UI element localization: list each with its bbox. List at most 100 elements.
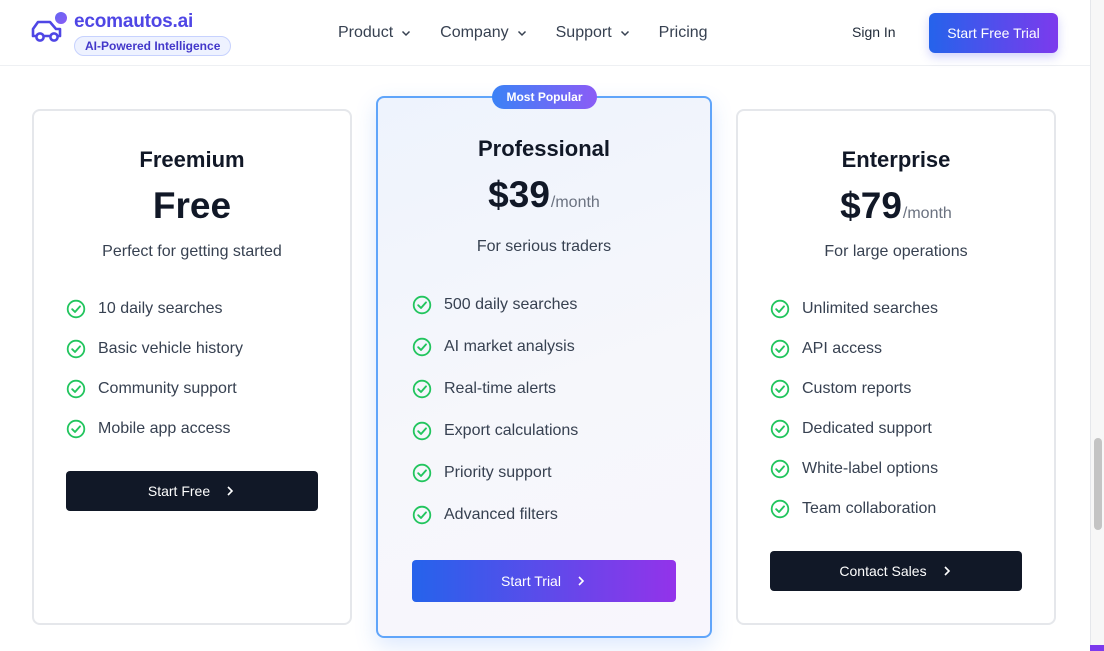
plan-period: /month	[550, 194, 600, 211]
button-label: Start Trial	[501, 573, 561, 589]
feature-item: Community support	[66, 369, 243, 409]
nav-product[interactable]: Product	[338, 22, 411, 44]
check-circle-icon	[66, 299, 86, 319]
price-row: Free	[34, 185, 350, 227]
nav-label: Company	[440, 24, 509, 41]
feature-item: Export calculations	[412, 410, 578, 452]
feature-item: Team collaboration	[770, 489, 938, 529]
chevron-down-icon	[402, 30, 411, 37]
nav-label: Product	[338, 24, 394, 41]
feature-label: Mobile app access	[98, 420, 231, 437]
check-circle-icon	[412, 337, 432, 357]
feature-label: Dedicated support	[802, 420, 932, 437]
chevron-right-icon	[227, 486, 234, 496]
feature-label: Basic vehicle history	[98, 340, 243, 357]
feature-label: Team collaboration	[802, 500, 937, 517]
chevron-right-icon	[944, 566, 950, 576]
feature-item: White-label options	[770, 449, 938, 489]
nav-label: Support	[555, 24, 612, 41]
check-circle-icon	[770, 379, 790, 399]
plan-description: For large operations	[824, 243, 968, 260]
start-free-button[interactable]: Start Free	[66, 471, 318, 511]
button-label: Contact Sales	[839, 563, 927, 579]
feature-label: White-label options	[802, 460, 939, 477]
plan-card-freemium: Freemium Free Perfect for getting starte…	[32, 109, 352, 625]
feature-item: Dedicated support	[770, 409, 938, 449]
feature-item: 500 daily searches	[412, 284, 578, 326]
feature-list: 10 daily searches Basic vehicle history …	[66, 289, 243, 449]
feature-item: Custom reports	[770, 369, 938, 409]
check-circle-icon	[66, 419, 86, 439]
feature-item: Unlimited searches	[770, 289, 938, 329]
start-trial-button[interactable]: Start Trial	[412, 560, 676, 602]
feature-label: API access	[802, 340, 883, 357]
feature-label: Advanced filters	[444, 506, 558, 523]
check-circle-icon	[412, 505, 432, 525]
scrollbar-thumb[interactable]	[1094, 438, 1102, 530]
main-nav: Product Company Support Pricing	[338, 22, 737, 44]
feature-label: 500 daily searches	[444, 296, 578, 313]
feature-list: Unlimited searches API access Custom rep…	[770, 289, 938, 529]
button-label: Start Free	[147, 483, 211, 499]
feature-item: Basic vehicle history	[66, 329, 243, 369]
most-popular-badge: Most Popular	[492, 85, 597, 109]
feature-label: AI market analysis	[444, 338, 575, 355]
plan-name: Professional	[477, 136, 611, 161]
plan-price: Free	[152, 185, 232, 226]
contact-sales-button[interactable]: Contact Sales	[770, 551, 1022, 591]
window-corner	[1090, 645, 1104, 651]
feature-item: 10 daily searches	[66, 289, 243, 329]
vertical-scrollbar[interactable]	[1090, 0, 1104, 651]
check-circle-icon	[770, 499, 790, 519]
feature-list: 500 daily searches AI market analysis Re…	[412, 284, 578, 536]
check-circle-icon	[66, 379, 86, 399]
feature-label: Community support	[98, 380, 237, 397]
feature-label: 10 daily searches	[98, 300, 223, 317]
check-circle-icon	[412, 463, 432, 483]
feature-label: Export calculations	[444, 422, 579, 439]
site-header: ecomautos.ai AI-Powered Intelligence Pro…	[0, 0, 1090, 66]
check-circle-icon	[770, 459, 790, 479]
check-circle-icon	[412, 421, 432, 441]
plan-period: /month	[902, 205, 952, 222]
feature-label: Priority support	[444, 464, 552, 481]
brand-name: ecomautos.ai	[74, 11, 194, 32]
plan-card-professional: Most Popular Professional $39 /month For…	[376, 85, 712, 638]
feature-item: Advanced filters	[412, 494, 578, 536]
plan-name: Freemium	[139, 147, 245, 172]
tagline-badge: AI-Powered Intelligence	[74, 36, 232, 56]
nav-support[interactable]: Support	[556, 22, 630, 44]
nav-pricing[interactable]: Pricing	[659, 22, 708, 44]
price-row: $39 /month	[378, 174, 710, 216]
check-circle-icon	[770, 339, 790, 359]
chevron-down-icon	[517, 30, 526, 37]
check-circle-icon	[770, 299, 790, 319]
price-row: $79 /month	[738, 185, 1054, 227]
chevron-down-icon	[620, 30, 629, 37]
logo[interactable]: ecomautos.ai AI-Powered Intelligence	[30, 11, 232, 56]
nav-company[interactable]: Company	[440, 22, 526, 44]
feature-item: AI market analysis	[412, 326, 578, 368]
feature-item: Priority support	[412, 452, 578, 494]
check-circle-icon	[412, 295, 432, 315]
plan-name: Enterprise	[841, 147, 951, 172]
plan-price: $79	[840, 185, 902, 226]
car-icon	[30, 12, 67, 46]
feature-label: Real-time alerts	[444, 380, 557, 397]
feature-item: Mobile app access	[66, 409, 243, 449]
feature-label: Custom reports	[802, 380, 912, 397]
sign-in-link[interactable]: Sign In	[852, 24, 896, 40]
plan-price: $39	[488, 174, 550, 215]
feature-item: Real-time alerts	[412, 368, 578, 410]
pricing-page: ecomautos.ai AI-Powered Intelligence Pro…	[0, 0, 1090, 651]
chevron-right-icon	[578, 576, 585, 586]
plan-card-enterprise: Enterprise $79 /month For large operatio…	[736, 109, 1056, 625]
plan-description: For serious traders	[476, 238, 612, 255]
plan-description: Perfect for getting started	[102, 243, 282, 260]
feature-label: Unlimited searches	[802, 300, 939, 317]
check-circle-icon	[770, 419, 790, 439]
nav-label: Pricing	[658, 24, 708, 41]
check-circle-icon	[412, 379, 432, 399]
start-free-trial-button[interactable]: Start Free Trial	[929, 13, 1058, 53]
check-circle-icon	[66, 339, 86, 359]
